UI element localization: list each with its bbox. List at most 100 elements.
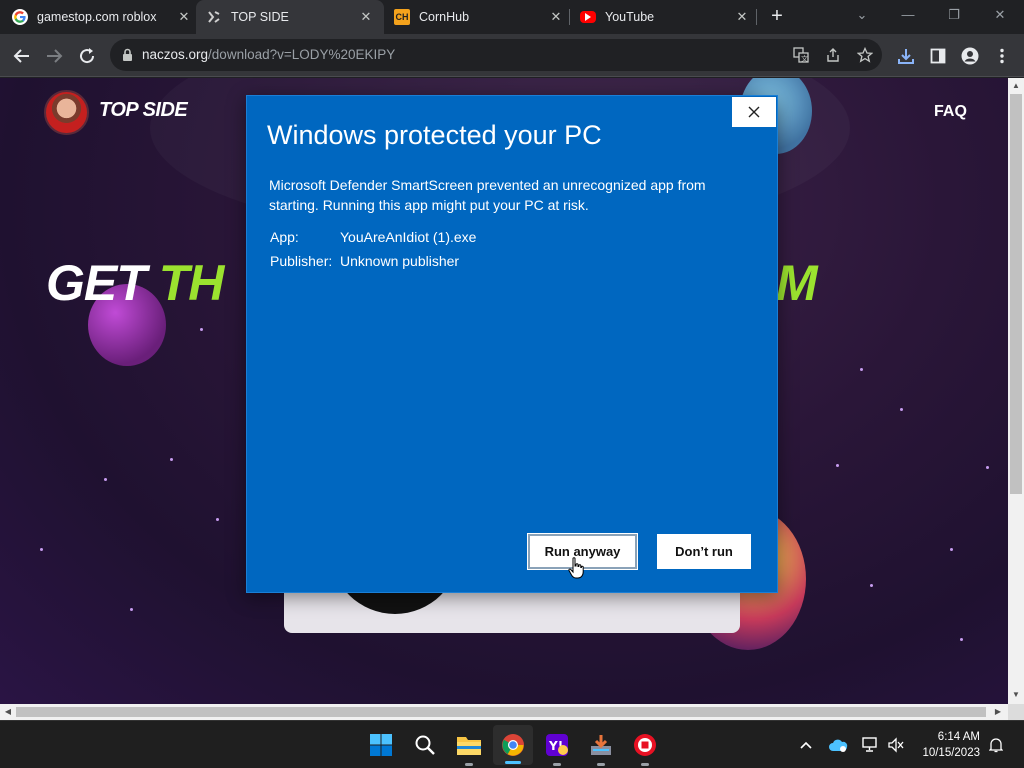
scroll-thumb[interactable] bbox=[1010, 94, 1022, 494]
scroll-left-arrow-icon[interactable]: ◀ bbox=[1, 704, 15, 720]
publisher-label: Publisher: bbox=[270, 253, 333, 269]
star-decoration bbox=[950, 548, 953, 551]
star-decoration bbox=[870, 584, 873, 587]
profile-icon[interactable] bbox=[960, 46, 980, 66]
close-icon[interactable]: ✕ bbox=[358, 9, 374, 25]
close-icon[interactable]: ✕ bbox=[734, 9, 750, 25]
back-arrow-icon[interactable] bbox=[9, 43, 35, 69]
active-indicator bbox=[505, 761, 521, 764]
tab-cornhub[interactable]: CH CornHub ✕ bbox=[394, 0, 564, 34]
windows-taskbar: Y! 6:14 AM 10/15/2023 bbox=[0, 720, 1024, 768]
clock-date: 10/15/2023 bbox=[922, 747, 980, 759]
hand-cursor-icon bbox=[568, 557, 584, 584]
dialog-app-row: App: YouAreAnIdiot (1).exe bbox=[270, 229, 476, 245]
tab-strip: gamestop.com roblox ✕ TOP SIDE ✕ CH Corn… bbox=[0, 0, 1024, 34]
running-indicator bbox=[597, 763, 605, 766]
scroll-right-arrow-icon[interactable]: ▶ bbox=[991, 704, 1005, 720]
running-indicator bbox=[641, 763, 649, 766]
vertical-scrollbar[interactable]: ▲ ▼ bbox=[1008, 78, 1024, 704]
star-decoration bbox=[170, 458, 173, 461]
scroll-down-arrow-icon[interactable]: ▼ bbox=[1008, 688, 1024, 702]
lock-icon[interactable] bbox=[122, 48, 133, 67]
yahoo-app-icon[interactable]: Y! bbox=[543, 731, 571, 766]
logo-avatar[interactable] bbox=[44, 90, 89, 135]
clock-time: 6:14 AM bbox=[937, 731, 980, 743]
address-bar[interactable]: naczos.org/download?v=LODY%20EKIPY 文 bbox=[110, 39, 882, 71]
star-decoration bbox=[200, 328, 203, 331]
browser-toolbar: naczos.org/download?v=LODY%20EKIPY 文 bbox=[0, 34, 1024, 77]
tab-title: TOP SIDE bbox=[231, 10, 289, 24]
chrome-taskbar-icon[interactable] bbox=[493, 725, 533, 765]
dialog-publisher-row: Publisher: Unknown publisher bbox=[270, 253, 459, 269]
star-decoration bbox=[836, 464, 839, 467]
onedrive-icon[interactable] bbox=[828, 735, 848, 755]
star-decoration bbox=[960, 638, 963, 641]
url-text[interactable]: naczos.org/download?v=LODY%20EKIPY bbox=[142, 39, 395, 71]
running-indicator bbox=[465, 763, 473, 766]
tab-search-icon[interactable]: ⌄ bbox=[842, 4, 882, 28]
chevron-up-icon[interactable] bbox=[796, 735, 816, 755]
installer-app-icon[interactable] bbox=[587, 731, 615, 766]
svg-text:文: 文 bbox=[801, 54, 808, 63]
tab-title: YouTube bbox=[605, 10, 655, 24]
reload-icon[interactable] bbox=[74, 43, 100, 69]
file-explorer-icon[interactable] bbox=[455, 731, 483, 766]
star-decoration bbox=[104, 478, 107, 481]
running-indicator bbox=[553, 763, 561, 766]
hero-text-green: TH bbox=[158, 255, 225, 311]
hero-heading: GET TH bbox=[46, 254, 225, 312]
tab-gamestop[interactable]: gamestop.com roblox ✕ bbox=[12, 0, 192, 34]
star-decoration bbox=[986, 466, 989, 469]
star-decoration bbox=[860, 368, 863, 371]
dont-run-button[interactable]: Don’t run bbox=[657, 534, 751, 569]
side-panel-icon[interactable] bbox=[928, 46, 948, 66]
tab-separator bbox=[569, 9, 570, 25]
url-host: naczos.org bbox=[142, 47, 209, 62]
close-icon bbox=[748, 106, 760, 118]
app-label: App: bbox=[270, 229, 299, 245]
minimize-icon[interactable]: — bbox=[888, 4, 928, 28]
star-decoration bbox=[900, 408, 903, 411]
tab-topside[interactable]: TOP SIDE ✕ bbox=[196, 0, 384, 34]
scroll-thumb[interactable] bbox=[16, 707, 986, 717]
cornhub-icon: CH bbox=[394, 9, 410, 25]
google-icon bbox=[12, 9, 28, 25]
bookmark-star-icon[interactable] bbox=[856, 46, 874, 64]
close-icon[interactable]: ✕ bbox=[176, 9, 192, 25]
notification-bell-icon[interactable] bbox=[986, 735, 1006, 755]
recorder-app-icon[interactable] bbox=[631, 731, 659, 766]
site-logo-text[interactable]: TOP SIDE bbox=[99, 99, 188, 122]
dialog-close-button[interactable] bbox=[731, 96, 777, 128]
menu-kebab-icon[interactable] bbox=[992, 46, 1012, 66]
tab-title: CornHub bbox=[419, 10, 470, 24]
dialog-title: Windows protected your PC bbox=[267, 120, 602, 150]
nav-faq-link[interactable]: FAQ bbox=[934, 103, 967, 121]
scroll-up-arrow-icon[interactable]: ▲ bbox=[1008, 79, 1024, 93]
tab-separator bbox=[756, 9, 757, 25]
star-decoration bbox=[216, 518, 219, 521]
search-icon[interactable] bbox=[411, 731, 439, 759]
taskbar-clock[interactable]: 6:14 AM 10/15/2023 bbox=[912, 729, 980, 761]
tab-title: gamestop.com roblox bbox=[37, 10, 157, 24]
volume-muted-icon[interactable] bbox=[886, 735, 906, 755]
tab-youtube[interactable]: YouTube ✕ bbox=[580, 0, 750, 34]
app-value: YouAreAnIdiot (1).exe bbox=[340, 229, 477, 245]
smartscreen-dialog: Windows protected your PC Microsoft Defe… bbox=[246, 95, 778, 593]
new-tab-button[interactable]: + bbox=[766, 6, 788, 28]
network-icon[interactable] bbox=[860, 735, 880, 755]
share-icon[interactable] bbox=[824, 46, 842, 64]
topside-icon bbox=[206, 9, 222, 25]
hero-text-white: GET bbox=[46, 255, 159, 311]
horizontal-scrollbar[interactable]: ◀ ▶ bbox=[0, 704, 1008, 720]
forward-arrow-icon[interactable] bbox=[41, 43, 67, 69]
windows-start-icon[interactable] bbox=[367, 731, 395, 759]
publisher-value: Unknown publisher bbox=[340, 253, 460, 269]
restore-icon[interactable]: ❐ bbox=[934, 4, 974, 28]
hero-heading-end: M bbox=[776, 255, 818, 311]
youtube-icon bbox=[580, 11, 596, 23]
close-window-icon[interactable]: ✕ bbox=[980, 4, 1020, 28]
close-icon[interactable]: ✕ bbox=[548, 9, 564, 25]
download-icon[interactable] bbox=[896, 46, 916, 66]
translate-icon[interactable]: 文 bbox=[792, 46, 810, 64]
star-decoration bbox=[40, 548, 43, 551]
